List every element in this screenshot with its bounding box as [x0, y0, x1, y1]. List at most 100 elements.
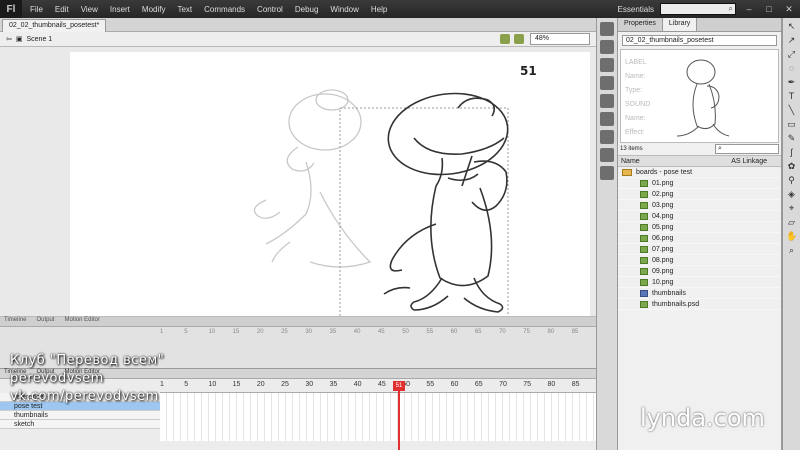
workspace-switcher[interactable]: Essentials	[618, 5, 654, 14]
library-item[interactable]: 03.png	[618, 200, 781, 211]
help-search-input[interactable]: ⌕	[660, 3, 736, 15]
minimize-button[interactable]: –	[742, 3, 756, 15]
library-item[interactable]: 02.png	[618, 189, 781, 200]
lasso-tool-icon[interactable]: ◌	[786, 63, 797, 74]
swatches-panel-icon[interactable]	[600, 40, 614, 54]
panel-icon-dock	[596, 18, 618, 450]
align-panel-icon[interactable]	[600, 58, 614, 72]
line-tool-icon[interactable]: ╲	[786, 105, 797, 116]
library-item[interactable]: thumbnails	[618, 288, 781, 299]
document-tab[interactable]: 02_02_thumbnails_posetest*	[2, 19, 107, 32]
library-item[interactable]: 07.png	[618, 244, 781, 255]
library-item[interactable]: 06.png	[618, 233, 781, 244]
menu-item-file[interactable]: File	[30, 5, 43, 14]
zoom-tool-icon[interactable]: ⌕	[786, 245, 797, 256]
brush-tool-icon[interactable]: ʃ	[786, 147, 797, 158]
tab-motion-editor[interactable]: Motion Editor	[64, 317, 99, 326]
selection-tool-icon[interactable]: ↖	[786, 21, 797, 32]
ruler-tick: 45	[377, 329, 385, 335]
menu-item-text[interactable]: Text	[177, 5, 192, 14]
back-arrow-icon[interactable]: ⇦	[6, 35, 12, 43]
library-item[interactable]: 09.png	[618, 266, 781, 277]
library-item[interactable]: 08.png	[618, 255, 781, 266]
paint-bucket-tool-icon[interactable]: ◈	[786, 189, 797, 200]
library-item-label: 08.png	[652, 256, 674, 264]
tab-timeline[interactable]: Timeline	[4, 317, 26, 326]
timeline-ruler[interactable]: 1 5 10 15 20 25 30 35 40 45 50 55 60 65 70 75 80 85	[160, 381, 596, 393]
close-button[interactable]: ✕	[782, 3, 796, 15]
library-item[interactable]: thumbnails.psd	[618, 299, 781, 310]
eraser-tool-icon[interactable]: ▱	[786, 217, 797, 228]
tab-properties[interactable]: Properties	[618, 18, 663, 31]
deco-tool-icon[interactable]: ✿	[786, 161, 797, 172]
ruler-tick: 80	[547, 329, 555, 335]
stage-area[interactable]: 51	[0, 48, 596, 316]
bitmap-icon	[640, 212, 648, 220]
layer-row[interactable]: sketch	[0, 420, 160, 429]
playhead-marker[interactable]: 51	[393, 381, 405, 391]
menu-item-control[interactable]: Control	[257, 5, 283, 14]
motion-presets-panel-icon[interactable]	[600, 148, 614, 162]
menu-item-commands[interactable]: Commands	[204, 5, 245, 14]
scene-label[interactable]: Scene 1	[27, 36, 53, 43]
free-transform-tool-icon[interactable]: ⤢	[786, 49, 797, 60]
ruler-tick: 70	[499, 329, 506, 335]
menu-item-modify[interactable]: Modify	[142, 5, 166, 14]
library-item[interactable]: 10.png	[618, 277, 781, 288]
column-name[interactable]: Name	[621, 158, 640, 165]
subselection-tool-icon[interactable]: ↗	[786, 35, 797, 46]
menu-item-window[interactable]: Window	[330, 5, 358, 14]
text-tool-icon[interactable]: T	[786, 91, 797, 102]
library-column-header: Name AS Linkage	[618, 155, 781, 167]
tab-library[interactable]: Library	[662, 18, 698, 31]
edit-scene-icon[interactable]	[500, 34, 510, 44]
scene-icon: ▣	[15, 36, 23, 43]
ruler-tick: 1	[160, 329, 164, 335]
bone-tool-icon[interactable]: ⚲	[786, 175, 797, 186]
library-preview: LABEL Name: Type: SOUND Name: Effect:	[620, 49, 779, 143]
ruler-tick: 10	[208, 381, 217, 388]
menu-item-debug[interactable]: Debug	[295, 5, 319, 14]
playhead[interactable]	[398, 381, 400, 450]
library-item[interactable]: 05.png	[618, 222, 781, 233]
timeline-frames[interactable]	[160, 393, 596, 441]
library-search-input[interactable]: ⌕	[715, 144, 779, 154]
bitmap-icon	[640, 201, 648, 209]
library-item[interactable]: 04.png	[618, 211, 781, 222]
stage[interactable]: 51	[70, 52, 590, 316]
info-panel-icon[interactable]	[600, 76, 614, 90]
code-snippets-panel-icon[interactable]	[600, 130, 614, 144]
menu-item-edit[interactable]: Edit	[55, 5, 69, 14]
edit-symbol-icon[interactable]	[514, 34, 524, 44]
rectangle-tool-icon[interactable]: ▭	[786, 119, 797, 130]
menu-item-view[interactable]: View	[81, 5, 98, 14]
bitmap-icon	[640, 300, 648, 308]
library-item[interactable]: boards - pose test	[618, 167, 781, 178]
onion-skin-ghost	[253, 89, 372, 268]
menu-item-help[interactable]: Help	[371, 5, 387, 14]
transform-panel-icon[interactable]	[600, 94, 614, 108]
pen-tool-icon[interactable]: ✒	[786, 77, 797, 88]
library-count-row: 13 items ⌕	[618, 143, 781, 155]
color-panel-icon[interactable]	[600, 22, 614, 36]
layer-row[interactable]: thumbnails	[0, 411, 160, 420]
library-document-select[interactable]: 02_02_thumbnails_posetest	[622, 35, 777, 46]
tab-output[interactable]: Output	[36, 317, 54, 326]
hand-tool-icon[interactable]: ✋	[786, 231, 797, 242]
column-linkage[interactable]: AS Linkage	[731, 156, 767, 167]
library-item[interactable]: 01.png	[618, 178, 781, 189]
components-panel-icon[interactable]	[600, 112, 614, 126]
eyedropper-tool-icon[interactable]: ⌖	[786, 203, 797, 214]
menu-item-insert[interactable]: Insert	[110, 5, 130, 14]
ruler-tick: 15	[232, 329, 240, 335]
preview-thumbnail	[676, 59, 730, 137]
history-panel-icon[interactable]	[600, 166, 614, 180]
maximize-button[interactable]: □	[762, 3, 776, 15]
breadcrumb: ⇦ ▣ Scene 1	[6, 35, 53, 44]
ruler-tick: 35	[329, 329, 337, 335]
zoom-select[interactable]: 48%	[530, 33, 590, 45]
library-item-label: thumbnails.psd	[652, 300, 700, 308]
ruler-tick: 70	[499, 381, 507, 388]
watermark-line-1: Клуб "Перевод всем"	[10, 353, 165, 368]
pencil-tool-icon[interactable]: ✎	[786, 133, 797, 144]
